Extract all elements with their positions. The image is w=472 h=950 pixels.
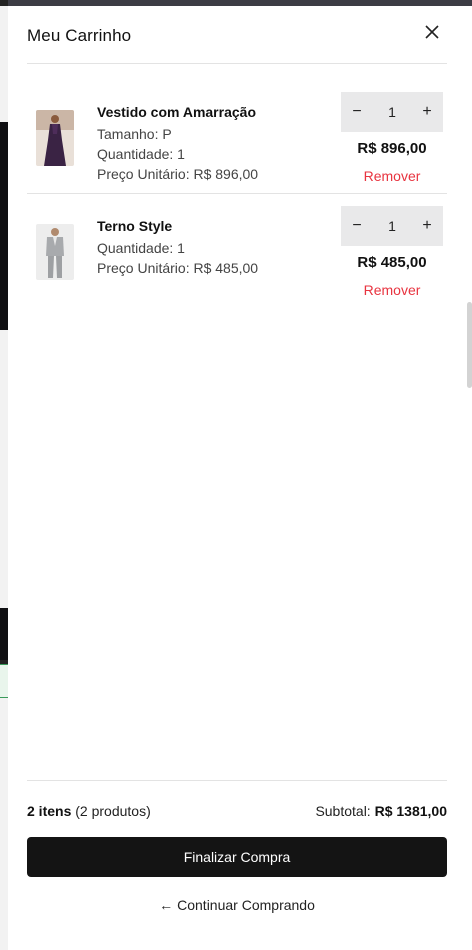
remove-item-button[interactable]: Remover [341,168,443,184]
decrease-quantity-button[interactable]: − [349,103,365,121]
background-strip [0,664,8,698]
background-strip [0,698,8,950]
quantity-value[interactable]: 1 [365,218,419,234]
subtotal-label: Subtotal: [315,803,371,819]
product-quantity: Quantidade: 1 [97,146,185,162]
close-icon[interactable] [423,23,441,41]
arrow-left-icon: ← [159,897,174,913]
product-image[interactable] [36,224,74,280]
background-strip [0,122,8,330]
continue-shopping-label: Continuar Comprando [177,897,315,913]
checkout-button[interactable]: Finalizar Compra [27,837,447,877]
cart-item: Terno Style Quantidade: 1 Preço Unitário… [27,194,447,308]
continue-shopping-link[interactable]: ← Continuar Comprando [27,897,447,913]
scrollbar[interactable] [467,302,472,388]
item-total-price: R$ 896,00 [357,140,427,157]
background-strip [0,608,8,660]
product-name[interactable]: Vestido com Amarração [97,104,258,120]
products-count: (2 produtos) [75,803,151,819]
product-unit-price: Preço Unitário: R$ 485,00 [97,260,259,276]
background-strip [0,330,8,608]
product-image[interactable] [36,110,74,166]
items-count: 2 itens (2 produtos) [27,803,151,819]
cart-item: Vestido com Amarração Tamanho: P Quantid… [27,80,447,194]
cart-title: Meu Carrinho [27,26,132,45]
subtotal-value: R$ 1381,00 [374,803,447,819]
quantity-value[interactable]: 1 [365,104,419,120]
items-count-value: 2 itens [27,803,72,819]
remove-item-button[interactable]: Remover [341,282,443,298]
product-name[interactable]: Terno Style [97,218,258,234]
background-strip [0,6,8,122]
quantity-stepper: − 1 + [341,206,443,246]
cart-header: Meu Carrinho [27,23,447,64]
increase-quantity-button[interactable]: + [419,217,435,235]
increase-quantity-button[interactable]: + [419,103,435,121]
cart-drawer: Meu Carrinho Vestido com Amarração Taman… [8,6,472,950]
quantity-stepper: − 1 + [341,92,443,132]
product-unit-price: Preço Unitário: R$ 896,00 [97,166,259,182]
item-total-price: R$ 485,00 [357,254,427,271]
product-size: Tamanho: P [97,126,172,142]
background-page [0,0,8,950]
cart-footer: 2 itens (2 produtos) Subtotal: R$ 1381,0… [27,780,447,913]
decrease-quantity-button[interactable]: − [349,217,365,235]
cart-summary: 2 itens (2 produtos) Subtotal: R$ 1381,0… [27,803,447,819]
subtotal: Subtotal: R$ 1381,00 [315,803,447,819]
product-quantity: Quantidade: 1 [97,240,185,256]
